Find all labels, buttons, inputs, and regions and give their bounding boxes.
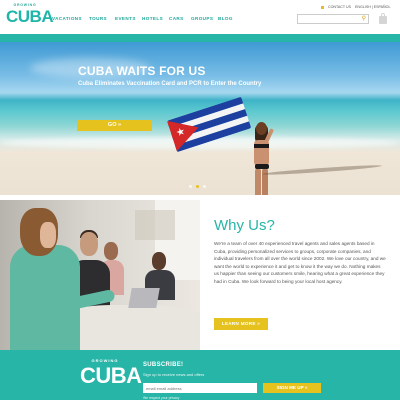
search-icon[interactable]: ⚲ [362, 16, 366, 23]
hero-go-button[interactable]: GO » [77, 120, 152, 131]
nav-item-cars[interactable]: CARS [169, 16, 191, 21]
sign-up-button[interactable]: SIGN ME UP » [263, 383, 321, 393]
search-input[interactable]: ⚲ [297, 14, 369, 24]
office-team-image [0, 200, 200, 350]
announcement-strip: ✦ CULTURAL TOURS SINCE 2002 ✦ [0, 34, 400, 48]
laptop-icon [128, 288, 160, 308]
logo-wordmark: CUBA [6, 7, 54, 26]
why-us-heading: Why Us? [214, 217, 275, 234]
carousel-dot[interactable] [189, 185, 192, 188]
cart-icon[interactable] [378, 13, 388, 25]
hero-subtitle: Cuba Eliminates Vaccination Card and PCR… [78, 81, 262, 87]
growing-cuba-logo[interactable]: GROWING CUBA [6, 3, 54, 31]
subscribe-heading: SUBSCRIBE! [143, 362, 184, 368]
main-nav: VACATIONS TOURS EVENTS HOTELS CARS GROUP… [52, 16, 238, 21]
nav-item-groups[interactable]: GROUPS [191, 16, 218, 21]
carousel-dot-active[interactable] [196, 185, 199, 188]
footer-logo[interactable]: GROWING CUBA [80, 358, 142, 388]
nav-item-events[interactable]: EVENTS [115, 16, 142, 21]
nav-item-hotels[interactable]: HOTELS [142, 16, 169, 21]
contact-link[interactable]: CONTACT US [328, 5, 351, 9]
learn-more-button[interactable]: LEARN MORE » [214, 318, 268, 330]
site-header: GROWING CUBA VACATIONS TOURS EVENTS HOTE… [0, 0, 400, 34]
privacy-note: We respect your privacy [143, 396, 180, 400]
woman-on-beach-image [244, 120, 284, 195]
contact-icon [321, 5, 324, 9]
carousel-dots [189, 185, 206, 188]
footer-logo-wordmark: CUBA [80, 363, 142, 388]
email-field[interactable] [143, 383, 257, 393]
carousel-dot[interactable] [203, 185, 206, 188]
nav-item-blog[interactable]: BLOG [218, 16, 238, 21]
nav-item-tours[interactable]: TOURS [89, 16, 115, 21]
language-switch[interactable]: ENGLISH | ESPAÑOL [355, 5, 390, 9]
utility-links: CONTACT US ENGLISH | ESPAÑOL [321, 5, 390, 9]
nav-item-vacations[interactable]: VACATIONS [52, 16, 89, 21]
hero-title: CUBA WAITS FOR US [78, 64, 206, 78]
why-us-text: We're a team of over 40 experienced trav… [214, 241, 386, 284]
subscribe-subtitle: Sign up to receive news and offers [143, 372, 205, 377]
